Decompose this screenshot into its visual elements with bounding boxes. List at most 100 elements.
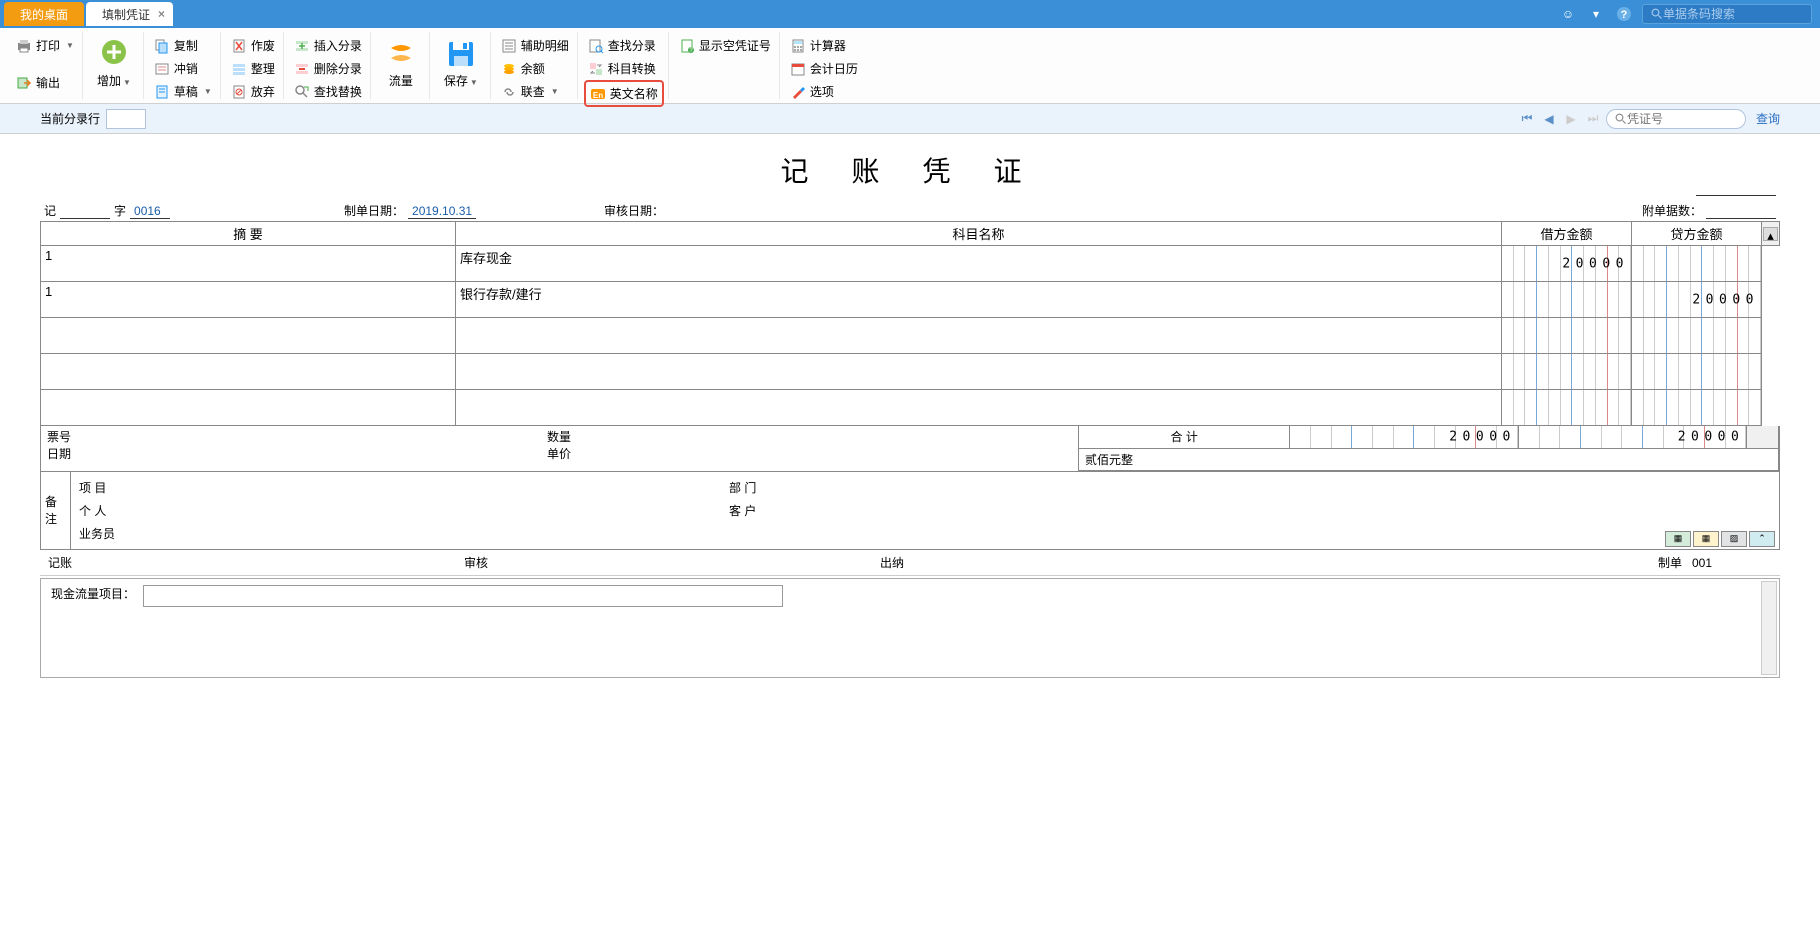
abandon-icon xyxy=(231,84,247,100)
total-text: 贰佰元整 xyxy=(1079,448,1779,470)
delete-entry-button[interactable]: 删除分录 xyxy=(290,57,366,80)
tab-desktop[interactable]: 我的桌面 xyxy=(4,2,84,26)
nav-next-button[interactable]: ▶ xyxy=(1562,110,1580,128)
detail-box: 票号数量 日期单价 合 计 20000 20000 贰佰元整 xyxy=(40,426,1780,472)
find-replace-button[interactable]: 查找替换 xyxy=(290,80,366,103)
table-row[interactable]: 1 银行存款/建行 20000 xyxy=(41,282,1780,318)
copy-button[interactable]: 复制 xyxy=(150,34,216,57)
copy-icon xyxy=(154,38,170,54)
acct-convert-button[interactable]: 科目转换 xyxy=(584,57,664,80)
table-row[interactable]: 1 库存现金 20000 xyxy=(41,246,1780,282)
smile-icon[interactable]: ☺ xyxy=(1558,4,1578,24)
flow-icon xyxy=(385,38,417,70)
draft-button[interactable]: 草稿▼ xyxy=(150,80,216,103)
cashflow-box: 现金流量项目： xyxy=(40,578,1780,678)
export-icon xyxy=(16,75,32,91)
voucher-search-input[interactable] xyxy=(1627,112,1727,126)
void-button[interactable]: 作废 xyxy=(227,34,279,57)
table-row[interactable] xyxy=(41,318,1780,354)
voucher-type-input[interactable] xyxy=(60,218,110,219)
calendar-icon xyxy=(790,61,806,77)
voucher-number[interactable]: 0016 xyxy=(130,204,170,219)
dropdown-icon[interactable]: ▾ xyxy=(1586,4,1606,24)
table-row[interactable] xyxy=(41,390,1780,426)
header-debit: 借方金额 xyxy=(1502,222,1632,246)
cell-account[interactable] xyxy=(456,318,1502,354)
close-icon[interactable]: × xyxy=(158,7,165,21)
make-date[interactable]: 2019.10.31 xyxy=(408,204,476,219)
empty-doc-icon: ? xyxy=(679,38,695,54)
flow-button[interactable]: 流量 xyxy=(377,34,425,93)
table-row[interactable] xyxy=(41,354,1780,390)
nav-first-button[interactable]: ⏮ xyxy=(1518,110,1536,128)
voucher-area: 记 账 凭 证 记 字 0016 制单日期： 2019.10.31 审核日期： … xyxy=(0,134,1820,688)
cashflow-input[interactable] xyxy=(143,585,783,607)
calendar-button[interactable]: 会计日历 xyxy=(786,57,862,80)
barcode-search[interactable] xyxy=(1642,4,1812,24)
cell-account[interactable] xyxy=(456,390,1502,426)
search-list-icon xyxy=(588,38,604,54)
barcode-search-input[interactable] xyxy=(1663,7,1803,21)
link-check-button[interactable]: 联查▼ xyxy=(497,80,573,103)
cell-summary[interactable]: 1 xyxy=(41,246,456,282)
tidy-icon xyxy=(231,61,247,77)
header-summary: 摘 要 xyxy=(41,222,456,246)
cell-account[interactable] xyxy=(456,354,1502,390)
print-button[interactable]: 打印▼ xyxy=(12,34,78,57)
ribbon-toolbar: 打印▼ 输出 增加▼ 复制 冲销 草稿▼ 作废 整理 放弃 插入分录 删除分录 … xyxy=(0,28,1820,104)
mini-icon-4[interactable]: ⌃ xyxy=(1749,531,1775,547)
nav-last-button[interactable]: ⏭ xyxy=(1584,110,1602,128)
nav-prev-button[interactable]: ◀ xyxy=(1540,110,1558,128)
output-button[interactable]: 输出 xyxy=(12,71,78,94)
cell-credit[interactable] xyxy=(1632,390,1762,426)
voucher-search[interactable] xyxy=(1606,109,1746,129)
show-empty-button[interactable]: ?显示空凭证号 xyxy=(675,34,775,57)
cell-credit[interactable]: 20000 xyxy=(1632,282,1762,318)
cell-account[interactable]: 银行存款/建行 xyxy=(456,282,1502,318)
cell-credit[interactable] xyxy=(1632,354,1762,390)
cashflow-scrollbar[interactable] xyxy=(1761,581,1777,675)
cashflow-label: 现金流量项目： xyxy=(51,585,135,602)
cell-debit[interactable] xyxy=(1502,354,1632,390)
add-button[interactable]: 增加▼ xyxy=(89,34,139,93)
abandon-button[interactable]: 放弃 xyxy=(227,80,279,103)
tab-voucher[interactable]: 填制凭证× xyxy=(86,2,173,26)
aux-detail-button[interactable]: 辅助明细 xyxy=(497,34,573,57)
cell-summary[interactable] xyxy=(41,318,456,354)
draft-icon xyxy=(154,84,170,100)
cell-debit[interactable] xyxy=(1502,282,1632,318)
cell-credit[interactable] xyxy=(1632,318,1762,354)
insert-entry-button[interactable]: 插入分录 xyxy=(290,34,366,57)
list-icon xyxy=(501,38,517,54)
coins-icon xyxy=(501,61,517,77)
help-icon[interactable]: ? xyxy=(1614,4,1634,24)
options-button[interactable]: 选项 xyxy=(786,80,862,103)
find-entry-button[interactable]: 查找分录 xyxy=(584,34,664,57)
tidy-button[interactable]: 整理 xyxy=(227,57,279,80)
cell-summary[interactable] xyxy=(41,354,456,390)
cell-debit[interactable] xyxy=(1502,390,1632,426)
insert-row-icon xyxy=(294,38,310,54)
cell-account[interactable]: 库存现金 xyxy=(456,246,1502,282)
cell-debit[interactable]: 20000 xyxy=(1502,246,1632,282)
remark-label: 备注 xyxy=(41,472,71,549)
voucher-title: 记 账 凭 证 xyxy=(40,142,1780,198)
save-button[interactable]: 保存▼ xyxy=(436,34,486,93)
attach-count[interactable] xyxy=(1706,218,1776,219)
mini-icon-1[interactable]: ▦ xyxy=(1665,531,1691,547)
cell-credit[interactable] xyxy=(1632,246,1762,282)
offset-button[interactable]: 冲销 xyxy=(150,57,216,80)
remark-box: 备注 项 目部 门 个 人客 户 业务员 ▦ ▦ ▨ ⌃ xyxy=(40,472,1780,550)
mini-icon-3[interactable]: ▨ xyxy=(1721,531,1747,547)
calculator-button[interactable]: 计算器 xyxy=(786,34,862,57)
convert-icon xyxy=(588,61,604,77)
table-scrollbar[interactable]: ▴ xyxy=(1762,222,1780,246)
current-row-input[interactable] xyxy=(106,109,146,129)
cell-summary[interactable] xyxy=(41,390,456,426)
cell-debit[interactable] xyxy=(1502,318,1632,354)
mini-icon-2[interactable]: ▦ xyxy=(1693,531,1719,547)
query-link[interactable]: 查询 xyxy=(1756,110,1780,127)
english-name-button[interactable]: En英文名称 xyxy=(584,80,664,107)
cell-summary[interactable]: 1 xyxy=(41,282,456,318)
balance-button[interactable]: 余额 xyxy=(497,57,573,80)
